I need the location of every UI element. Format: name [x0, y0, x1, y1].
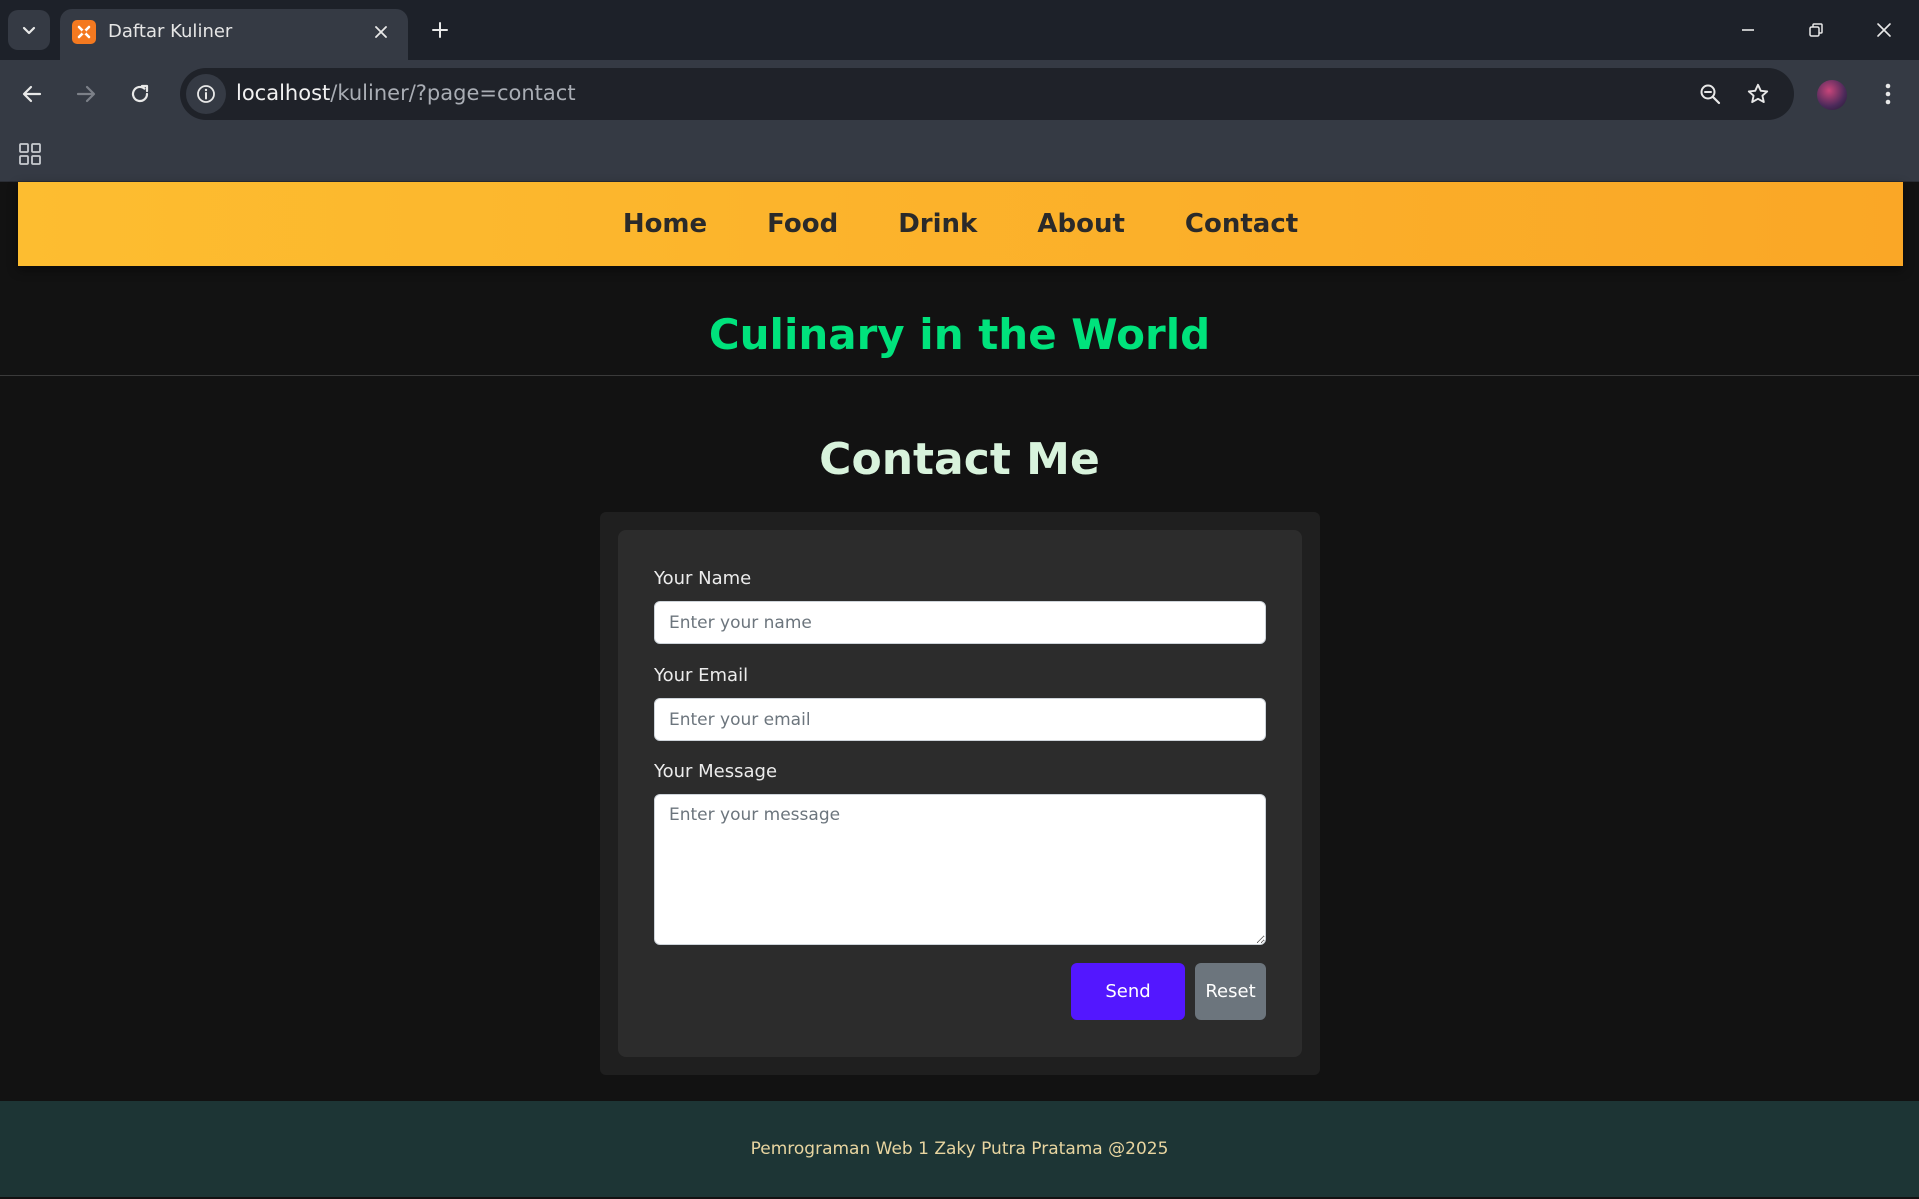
reload-button[interactable]	[120, 74, 160, 114]
bookmarks-bar	[0, 128, 1919, 182]
page-footer: Pemrograman Web 1 Zaky Putra Pratama @20…	[0, 1101, 1919, 1197]
browser-tab-active[interactable]: Daftar Kuliner	[60, 9, 408, 60]
arrow-right-icon	[76, 85, 96, 103]
site-title: Culinary in the World	[708, 310, 1211, 359]
restore-button[interactable]	[1782, 0, 1850, 60]
tab-search-button[interactable]	[8, 10, 50, 50]
close-window-button[interactable]	[1850, 0, 1918, 60]
forward-button[interactable]	[66, 74, 106, 114]
page-content: Home Food Drink About Contact Culinary i…	[0, 182, 1919, 1199]
minimize-button[interactable]	[1714, 0, 1782, 60]
nav-link-drink[interactable]: Drink	[898, 209, 977, 239]
close-icon	[1877, 23, 1891, 37]
reload-icon	[131, 84, 149, 103]
more-vertical-icon	[1885, 83, 1891, 105]
address-url: localhost/kuliner/?page=contact	[236, 81, 576, 105]
name-input[interactable]	[654, 601, 1266, 644]
new-tab-button[interactable]	[422, 12, 458, 48]
contact-page-title: Contact Me	[819, 434, 1100, 485]
tab-close-button[interactable]	[368, 19, 394, 45]
nav-link-food[interactable]: Food	[767, 209, 838, 239]
main-navbar: Home Food Drink About Contact	[18, 182, 1903, 266]
nav-link-home[interactable]: Home	[623, 209, 707, 239]
send-button[interactable]: Send	[1071, 963, 1185, 1020]
url-path: /kuliner/?page=contact	[330, 81, 576, 105]
browser-menu-button[interactable]	[1868, 74, 1908, 114]
name-label: Your Name	[654, 568, 752, 589]
nav-link-about[interactable]: About	[1037, 209, 1125, 239]
back-button[interactable]	[12, 74, 52, 114]
message-textarea[interactable]	[654, 794, 1266, 945]
chevron-down-icon	[22, 26, 36, 35]
email-label: Your Email	[654, 665, 749, 686]
reset-button[interactable]: Reset	[1195, 963, 1266, 1020]
address-bar[interactable]: localhost/kuliner/?page=contact	[180, 68, 1794, 120]
browser-toolbar: localhost/kuliner/?page=contact	[0, 60, 1919, 128]
plus-icon	[432, 22, 448, 38]
star-icon	[1747, 83, 1769, 104]
tab-title: Daftar Kuliner	[108, 21, 233, 42]
restore-icon	[1809, 23, 1823, 37]
message-label: Your Message	[654, 761, 778, 782]
arrow-left-icon	[22, 85, 42, 103]
zoom-button[interactable]	[1692, 76, 1728, 112]
contact-form-wrapper: Your Name Your Email Your Message Send R…	[600, 512, 1320, 1075]
nav-link-contact[interactable]: Contact	[1185, 209, 1298, 239]
apps-grid-icon	[19, 143, 41, 165]
xampp-favicon-icon	[72, 20, 96, 44]
url-host: localhost	[236, 81, 331, 105]
close-icon	[375, 26, 387, 38]
email-input[interactable]	[654, 698, 1266, 741]
info-icon	[197, 85, 215, 103]
bookmark-button[interactable]	[1740, 76, 1776, 112]
minimize-icon	[1742, 29, 1754, 31]
site-info-button[interactable]	[186, 74, 226, 114]
zoom-out-icon	[1700, 84, 1721, 105]
header-divider	[0, 375, 1919, 376]
contact-form: Your Name Your Email Your Message Send R…	[618, 530, 1302, 1057]
browser-tabstrip: Daftar Kuliner	[0, 0, 1919, 60]
profile-avatar[interactable]	[1817, 80, 1847, 110]
footer-text: Pemrograman Web 1 Zaky Putra Pratama @20…	[750, 1139, 1169, 1159]
apps-button[interactable]	[14, 138, 46, 170]
